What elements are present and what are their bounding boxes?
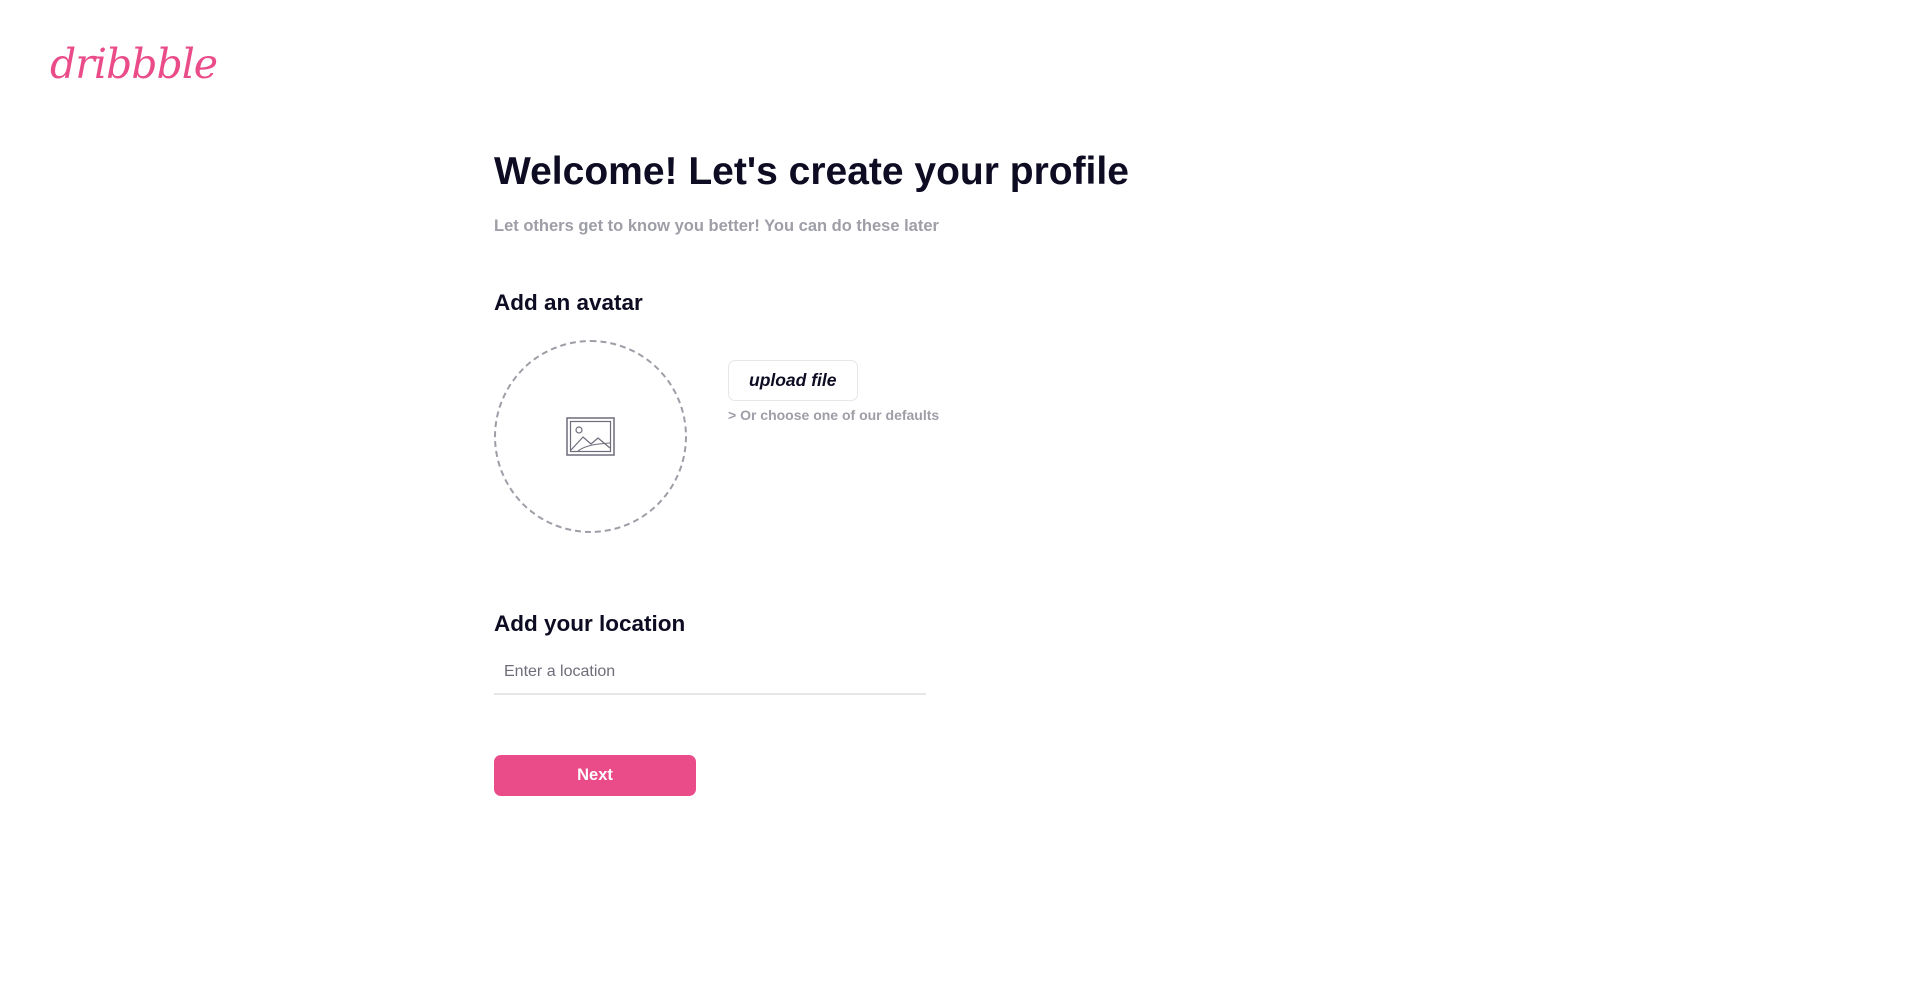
page: dribbble Welcome! Let's create your prof… bbox=[0, 0, 1920, 999]
profile-setup-form: Welcome! Let's create your profile Let o… bbox=[494, 150, 1394, 796]
dribbble-logo[interactable]: dribbble bbox=[50, 44, 218, 85]
page-title: Welcome! Let's create your profile bbox=[494, 150, 1129, 193]
page-subtitle: Let others get to know you better! You c… bbox=[494, 216, 939, 235]
location-heading: Add your location bbox=[494, 610, 686, 636]
choose-defaults-link[interactable]: > Or choose one of our defaults bbox=[728, 407, 939, 423]
upload-file-button[interactable]: upload file bbox=[728, 359, 858, 402]
avatar-row: upload file > Or choose one of our defau… bbox=[494, 339, 1394, 533]
image-icon bbox=[566, 417, 615, 456]
next-button[interactable]: Next bbox=[494, 754, 696, 796]
avatar-dropzone[interactable] bbox=[494, 339, 687, 533]
avatar-heading: Add an avatar bbox=[494, 289, 643, 315]
avatar-actions: upload file > Or choose one of our defau… bbox=[728, 359, 939, 423]
location-input[interactable] bbox=[494, 652, 926, 695]
